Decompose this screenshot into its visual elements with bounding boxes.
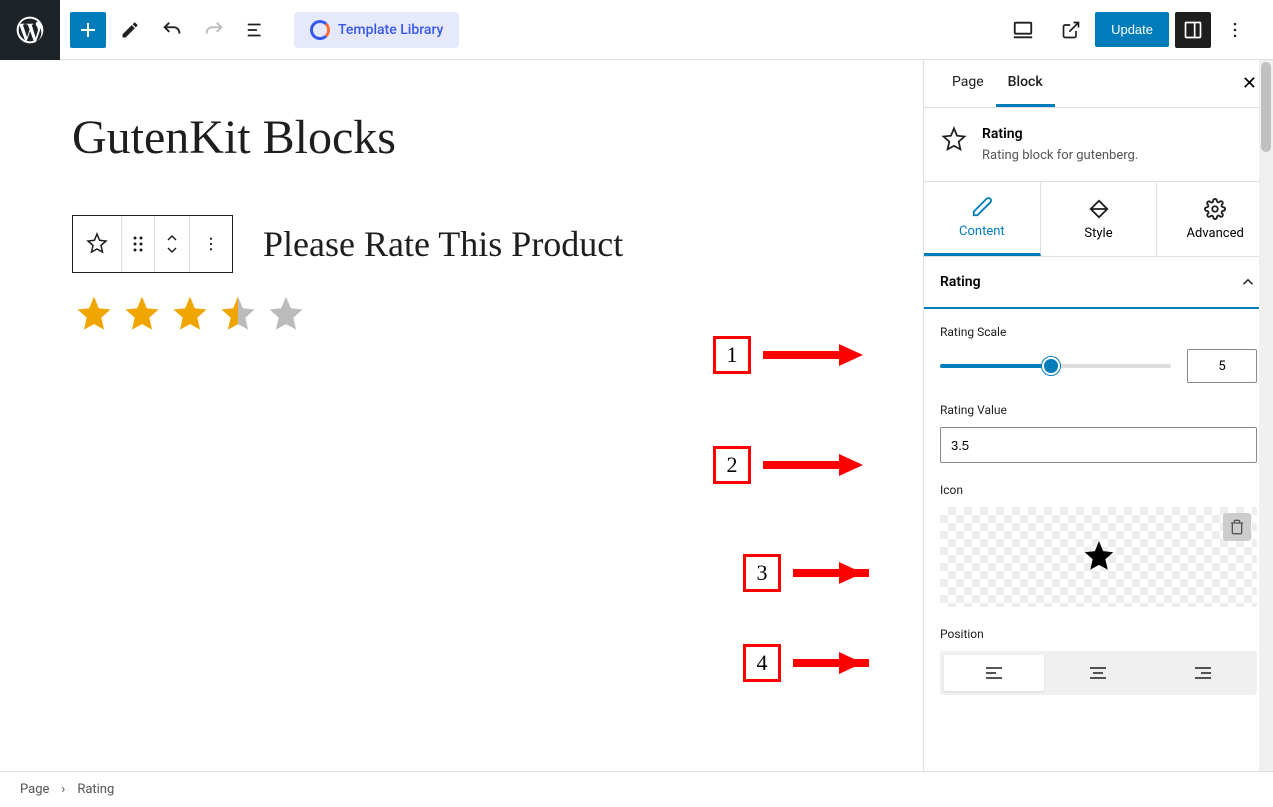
block-type-icon[interactable] <box>73 216 122 272</box>
tab-block[interactable]: Block <box>996 60 1055 107</box>
add-block-button[interactable] <box>70 12 106 48</box>
template-library-button[interactable]: Template Library <box>294 12 459 48</box>
position-label: Position <box>940 627 1257 641</box>
page-title[interactable]: GutenKit Blocks <box>72 110 851 165</box>
sub-tab-style[interactable]: Style <box>1041 182 1158 256</box>
block-toolbar <box>72 215 233 273</box>
external-link-icon[interactable] <box>1053 12 1089 48</box>
breadcrumb: Page › Rating <box>0 771 1273 807</box>
callout-3: 3 <box>743 554 863 592</box>
tab-page[interactable]: Page <box>940 60 996 107</box>
breadcrumb-page[interactable]: Page <box>20 782 49 797</box>
chevron-up-icon <box>1239 273 1257 291</box>
gear-icon <box>1204 198 1226 220</box>
update-button[interactable]: Update <box>1095 12 1169 47</box>
delete-icon-button[interactable] <box>1223 513 1251 541</box>
sidebar-toggle-icon[interactable] <box>1175 12 1211 48</box>
breadcrumb-block[interactable]: Rating <box>77 782 114 797</box>
trash-icon <box>1229 519 1245 535</box>
diamond-icon <box>1088 198 1110 220</box>
wordpress-logo[interactable] <box>0 0 60 60</box>
preview-desktop-icon[interactable] <box>1005 12 1041 48</box>
rating-scale-slider[interactable] <box>940 364 1171 368</box>
block-info-desc: Rating block for gutenberg. <box>982 148 1138 163</box>
position-left[interactable] <box>944 655 1044 691</box>
position-right[interactable] <box>1153 655 1253 691</box>
template-library-label: Template Library <box>338 22 443 38</box>
star-outline-icon <box>940 126 968 154</box>
list-view-icon[interactable] <box>238 12 274 48</box>
edit-tool-icon[interactable] <box>112 12 148 48</box>
callout-2: 2 <box>713 446 863 484</box>
redo-icon <box>196 12 232 48</box>
icon-picker[interactable] <box>940 507 1257 607</box>
block-more-icon[interactable] <box>190 216 232 272</box>
rating-value-input[interactable] <box>940 427 1257 463</box>
scrollbar[interactable] <box>1259 60 1273 771</box>
sub-tab-advanced[interactable]: Advanced <box>1157 182 1273 256</box>
gutenkit-icon <box>310 20 330 40</box>
rating-stars[interactable] <box>72 293 851 337</box>
icon-label: Icon <box>940 483 1257 497</box>
block-drag-handle[interactable] <box>122 216 155 272</box>
block-move-arrows[interactable] <box>155 216 190 272</box>
rating-scale-value[interactable]: 5 <box>1187 349 1257 383</box>
callout-1: 1 <box>713 336 863 374</box>
sub-tab-content[interactable]: Content <box>924 182 1041 256</box>
star-icon <box>1080 538 1118 576</box>
pencil-icon <box>971 196 993 218</box>
rating-scale-label: Rating Scale <box>940 325 1257 339</box>
undo-icon[interactable] <box>154 12 190 48</box>
rating-value-label: Rating Value <box>940 403 1257 417</box>
block-info-title: Rating <box>982 126 1138 142</box>
settings-sidebar: Page Block ✕ Rating Rating block for gut… <box>923 60 1273 771</box>
close-sidebar-icon[interactable]: ✕ <box>1242 73 1257 94</box>
more-options-icon[interactable] <box>1217 12 1253 48</box>
callout-4: 4 <box>743 644 863 682</box>
position-center[interactable] <box>1048 655 1148 691</box>
rating-block-label[interactable]: Please Rate This Product <box>263 223 623 265</box>
panel-rating-toggle[interactable]: Rating <box>924 257 1273 309</box>
editor-canvas[interactable]: GutenKit Blocks Please Rate This Product <box>0 60 923 771</box>
